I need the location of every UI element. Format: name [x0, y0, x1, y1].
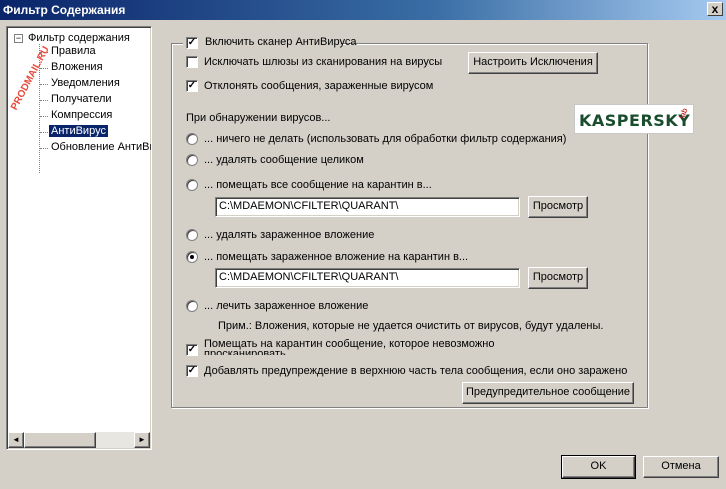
reject-infected-checkbox[interactable]: ✓ — [186, 80, 198, 92]
tree-item-compression[interactable]: Компрессия — [39, 109, 114, 124]
quarantine-unscannable-label: Помещать на карантин сообщение, которое … — [204, 339, 495, 355]
tree-root[interactable]: − Фильтр содержания — [14, 32, 130, 46]
option-quarantine-message-label: ... помещать все сообщение на карантин в… — [204, 179, 432, 191]
collapse-icon[interactable]: − — [14, 33, 23, 43]
warning-message-button[interactable]: Предупредительное сообщение — [462, 382, 634, 404]
tree-item-label: Получатели — [51, 93, 112, 105]
scroll-thumb[interactable] — [24, 432, 96, 448]
note-text: Прим.: Вложения, которые не удается очис… — [218, 320, 604, 332]
tree-item-notifications[interactable]: Уведомления — [39, 77, 122, 92]
tree-item-label: АнтиВирус — [49, 125, 108, 137]
option-delete-attachment-label: ... удалять зараженное вложение — [204, 229, 375, 241]
close-button[interactable]: x — [707, 2, 723, 16]
window-title: Фильтр Содержания — [3, 3, 126, 17]
title-bar: Фильтр Содержания x — [0, 0, 726, 20]
tree-item-antivirus-update[interactable]: Обновление АнтиВирус — [39, 141, 151, 156]
scroll-right-button[interactable]: ► — [134, 432, 150, 448]
kaspersky-logo: KASPERSKY lab — [574, 104, 694, 134]
tree-item-antivirus[interactable]: АнтиВирус — [39, 125, 108, 140]
option-clean-attachment-label: ... лечить зараженное вложение — [204, 300, 369, 312]
configure-exclusions-button[interactable]: Настроить Исключения — [468, 52, 598, 74]
exclude-gateways-checkbox[interactable] — [186, 56, 198, 68]
quarantine-unscannable-checkbox[interactable]: ✓ — [186, 344, 198, 356]
quarantine-message-path-input[interactable]: C:\MDAEMON\CFILTER\QUARANT\ — [215, 197, 520, 217]
logo-text: KASPERSKY — [579, 111, 691, 130]
scroll-left-button[interactable]: ◄ — [8, 432, 24, 448]
tree-item-recipients[interactable]: Получатели — [39, 93, 114, 108]
settings-tree[interactable]: PRODMAIL.RU − Фильтр содержания Правила В… — [6, 26, 152, 450]
option-delete-message-label: ... удалять сообщение целиком — [204, 154, 364, 166]
browse-message-button[interactable]: Просмотр — [528, 196, 588, 218]
tree-item-label: Уведомления — [51, 77, 120, 89]
add-warning-label: Добавлять предупреждение в верхнюю часть… — [204, 365, 628, 377]
tree-item-label: Правила — [51, 45, 96, 57]
add-warning-checkbox[interactable]: ✓ — [186, 365, 198, 377]
tree-item-label: Компрессия — [51, 109, 113, 121]
option-delete-message-radio[interactable] — [186, 154, 198, 166]
option-delete-attachment-radio[interactable] — [186, 229, 198, 241]
horizontal-scrollbar[interactable]: ◄ ► — [8, 432, 150, 448]
tree-root-label: Фильтр содержания — [28, 32, 130, 44]
ok-button[interactable]: OK — [561, 455, 636, 479]
browse-attachment-button[interactable]: Просмотр — [528, 267, 588, 289]
tree-item-rules[interactable]: Правила — [39, 45, 98, 60]
exclude-gateways-label: Исключать шлюзы из сканирования на вирус… — [204, 56, 443, 68]
tree-item-attachments[interactable]: Вложения — [39, 61, 105, 76]
option-do-nothing-radio[interactable] — [186, 133, 198, 145]
option-do-nothing-label: ... ничего не делать (использовать для о… — [204, 133, 567, 145]
option-quarantine-attachment-radio[interactable] — [186, 251, 198, 263]
option-clean-attachment-radio[interactable] — [186, 300, 198, 312]
option-quarantine-message-radio[interactable] — [186, 179, 198, 191]
on-detect-heading: При обнаружении вирусов... — [186, 112, 331, 124]
reject-infected-label: Отклонять сообщения, зараженные вирусом — [204, 80, 434, 92]
cancel-button[interactable]: Отмена — [643, 456, 719, 478]
tree-item-label: Обновление АнтиВирус — [51, 141, 151, 153]
tree-item-label: Вложения — [51, 61, 103, 73]
option-quarantine-attachment-label: ... помещать зараженное вложение на кара… — [204, 251, 469, 263]
quarantine-attachment-path-input[interactable]: C:\MDAEMON\CFILTER\QUARANT\ — [215, 268, 520, 288]
